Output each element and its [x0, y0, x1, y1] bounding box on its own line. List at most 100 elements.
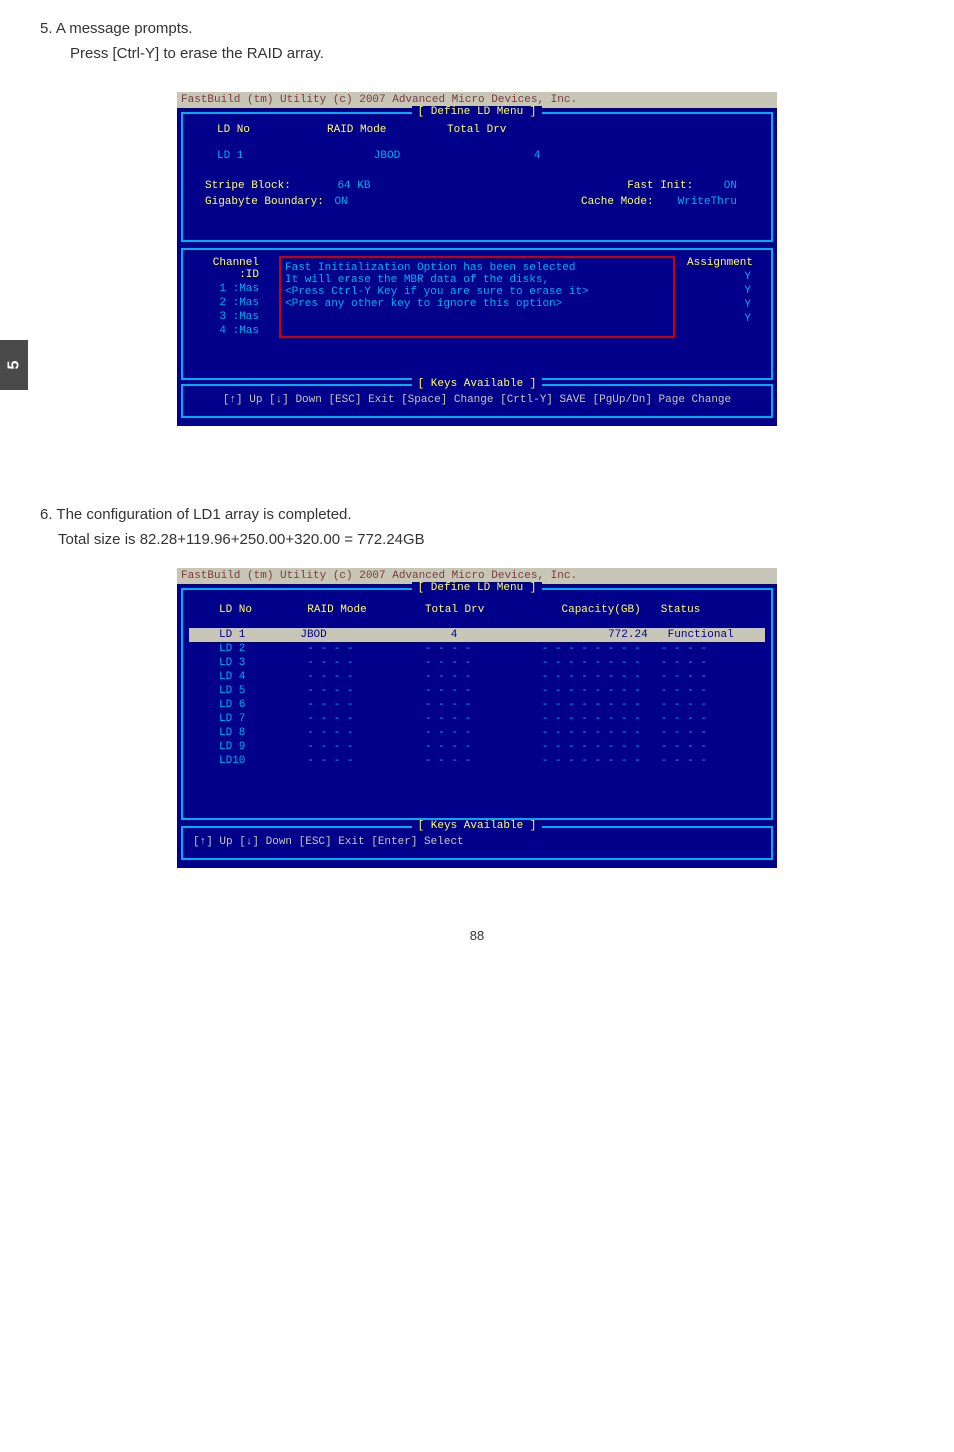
cell-raid-mode: JBOD [300, 629, 408, 641]
cell-dash: - - - - - - - - [523, 727, 661, 739]
cell-dash: - - - - [661, 727, 749, 739]
cell-dash: - - - - [307, 671, 425, 683]
cell-dash: - - - - [425, 643, 523, 655]
cell-ldno: LD 1 [205, 629, 300, 641]
cache-mode-label: Cache Mode: [581, 196, 671, 208]
header-raid-mode: RAID Mode [327, 124, 447, 136]
cell-ldno: LD 7 [205, 713, 307, 725]
cell-dash: - - - - [661, 741, 749, 753]
cell-dash: - - - - [425, 755, 523, 767]
stripe-block-label: Stripe Block: [205, 180, 291, 192]
cell-dash: - - - - - - - - [523, 699, 661, 711]
chapter-tab: 5 [0, 340, 28, 390]
fast-init-label: Fast Init: [627, 180, 717, 192]
ld-number: LD 1 [197, 150, 327, 162]
cell-dash: - - - - [425, 741, 523, 753]
cell-ldno: LD 6 [205, 699, 307, 711]
step6-heading: 6. The configuration of LD1 array is com… [40, 506, 914, 523]
cell-dash: - - - - [425, 657, 523, 669]
cell-dash: - - - - - - - - [523, 685, 661, 697]
cell-capacity: 772.24 [539, 629, 667, 641]
cell-dash: - - - - [661, 699, 749, 711]
bios-screen-1: FastBuild (tm) Utility (c) 2007 Advanced… [177, 92, 777, 426]
gigabyte-boundary-label: Gigabyte Boundary: [205, 196, 324, 208]
cache-mode-value: WriteThru [678, 196, 737, 208]
cell-dash: - - - - [307, 713, 425, 725]
channel-row: 2 :Mas [193, 297, 267, 309]
ld-row: LD 6- - - -- - - -- - - - - - - -- - - - [189, 698, 765, 712]
header-ldno: LD No [197, 124, 327, 136]
message-line: It will erase the MBR data of the disks, [285, 274, 669, 286]
ld-row: LD 4- - - -- - - -- - - - - - - -- - - - [189, 670, 765, 684]
cell-total-drv: 4 [409, 629, 539, 641]
ld-total-drv: 4 [487, 150, 637, 162]
cell-ldno: LD 5 [205, 685, 307, 697]
assignment-value: Y [687, 299, 761, 311]
ld-row: LD 7- - - -- - - -- - - - - - - -- - - - [189, 712, 765, 726]
chapter-number: 5 [5, 361, 23, 370]
step6-subtext: Total size is 82.28+119.96+250.00+320.00… [58, 531, 914, 548]
message-line: <Pres any other key to ignore this optio… [285, 298, 669, 310]
stripe-block-value: 64 KB [297, 180, 370, 192]
cell-dash: - - - - [307, 755, 425, 767]
assignment-value: Y [687, 285, 761, 297]
keys-available-label: [ Keys Available ] [187, 378, 767, 390]
cell-ldno: LD10 [205, 755, 307, 767]
channel-row: 4 :Mas [193, 325, 267, 337]
assignment-value: Y [687, 271, 761, 283]
cell-dash: - - - - [425, 699, 523, 711]
cell-dash: - - - - [307, 699, 425, 711]
cell-dash: - - - - [307, 741, 425, 753]
panel-title: [ Define LD Menu ] [189, 582, 765, 594]
channel-row: 1 :Mas [193, 283, 267, 295]
channel-id-header: Channel :ID [193, 257, 267, 281]
cell-dash: - - - - [425, 685, 523, 697]
cell-dash: - - - - - - - - [523, 657, 661, 669]
message-line: Fast Initialization Option has been sele… [285, 262, 669, 274]
fast-init-value: ON [724, 180, 737, 192]
assignment-value: Y [687, 313, 761, 325]
keys-available-label: [ Keys Available ] [187, 820, 767, 832]
col-status: Status [661, 604, 749, 616]
cell-dash: - - - - [661, 685, 749, 697]
panel-title: [ Define LD Menu ] [189, 106, 765, 118]
key-hints: [↑] Up [↓] Down [ESC] Exit [Space] Chang… [187, 390, 767, 410]
ld-row-selected: LD 1 JBOD 4 772.24 Functional [189, 628, 765, 642]
bios-screen-2: FastBuild (tm) Utility (c) 2007 Advanced… [177, 568, 777, 868]
ld-row: LD 8- - - -- - - -- - - - - - - -- - - - [189, 726, 765, 740]
page-number: 88 [40, 928, 914, 943]
cell-dash: - - - - [661, 657, 749, 669]
key-hints: [↑] Up [↓] Down [ESC] Exit [Enter] Selec… [187, 832, 767, 852]
cell-ldno: LD 4 [205, 671, 307, 683]
cell-dash: - - - - - - - - [523, 713, 661, 725]
cell-dash: - - - - [425, 671, 523, 683]
ld-row: LD 9- - - -- - - -- - - - - - - -- - - - [189, 740, 765, 754]
message-line: <Press Ctrl-Y Key if you are sure to era… [285, 286, 669, 298]
cell-dash: - - - - [661, 713, 749, 725]
col-ldno: LD No [205, 604, 307, 616]
channel-row: 3 :Mas [193, 311, 267, 323]
cell-dash: - - - - [661, 755, 749, 767]
ld-row: LD10- - - -- - - -- - - - - - - -- - - - [189, 754, 765, 768]
cell-dash: - - - - [425, 713, 523, 725]
cell-dash: - - - - - - - - [523, 671, 661, 683]
cell-dash: - - - - - - - - [523, 741, 661, 753]
cell-dash: - - - - - - - - [523, 643, 661, 655]
cell-dash: - - - - [307, 685, 425, 697]
col-raid-mode: RAID Mode [307, 604, 425, 616]
step5-subtext: Press [Ctrl-Y] to erase the RAID array. [70, 45, 914, 62]
cell-dash: - - - - - - - - [523, 755, 661, 767]
cell-ldno: LD 9 [205, 741, 307, 753]
cell-ldno: LD 2 [205, 643, 307, 655]
ld-row: LD 2- - - -- - - -- - - - - - - -- - - - [189, 642, 765, 656]
ld-raid-mode: JBOD [327, 150, 487, 162]
warning-message-box: Fast Initialization Option has been sele… [279, 256, 675, 338]
cell-dash: - - - - [307, 657, 425, 669]
cell-dash: - - - - [307, 727, 425, 739]
cell-status: Functional [668, 629, 749, 641]
gigabyte-boundary-value: ON [330, 196, 347, 208]
step5-heading: 5. A message prompts. [40, 20, 914, 37]
assignment-header: Assignment [687, 257, 763, 269]
cell-ldno: LD 8 [205, 727, 307, 739]
cell-dash: - - - - [425, 727, 523, 739]
